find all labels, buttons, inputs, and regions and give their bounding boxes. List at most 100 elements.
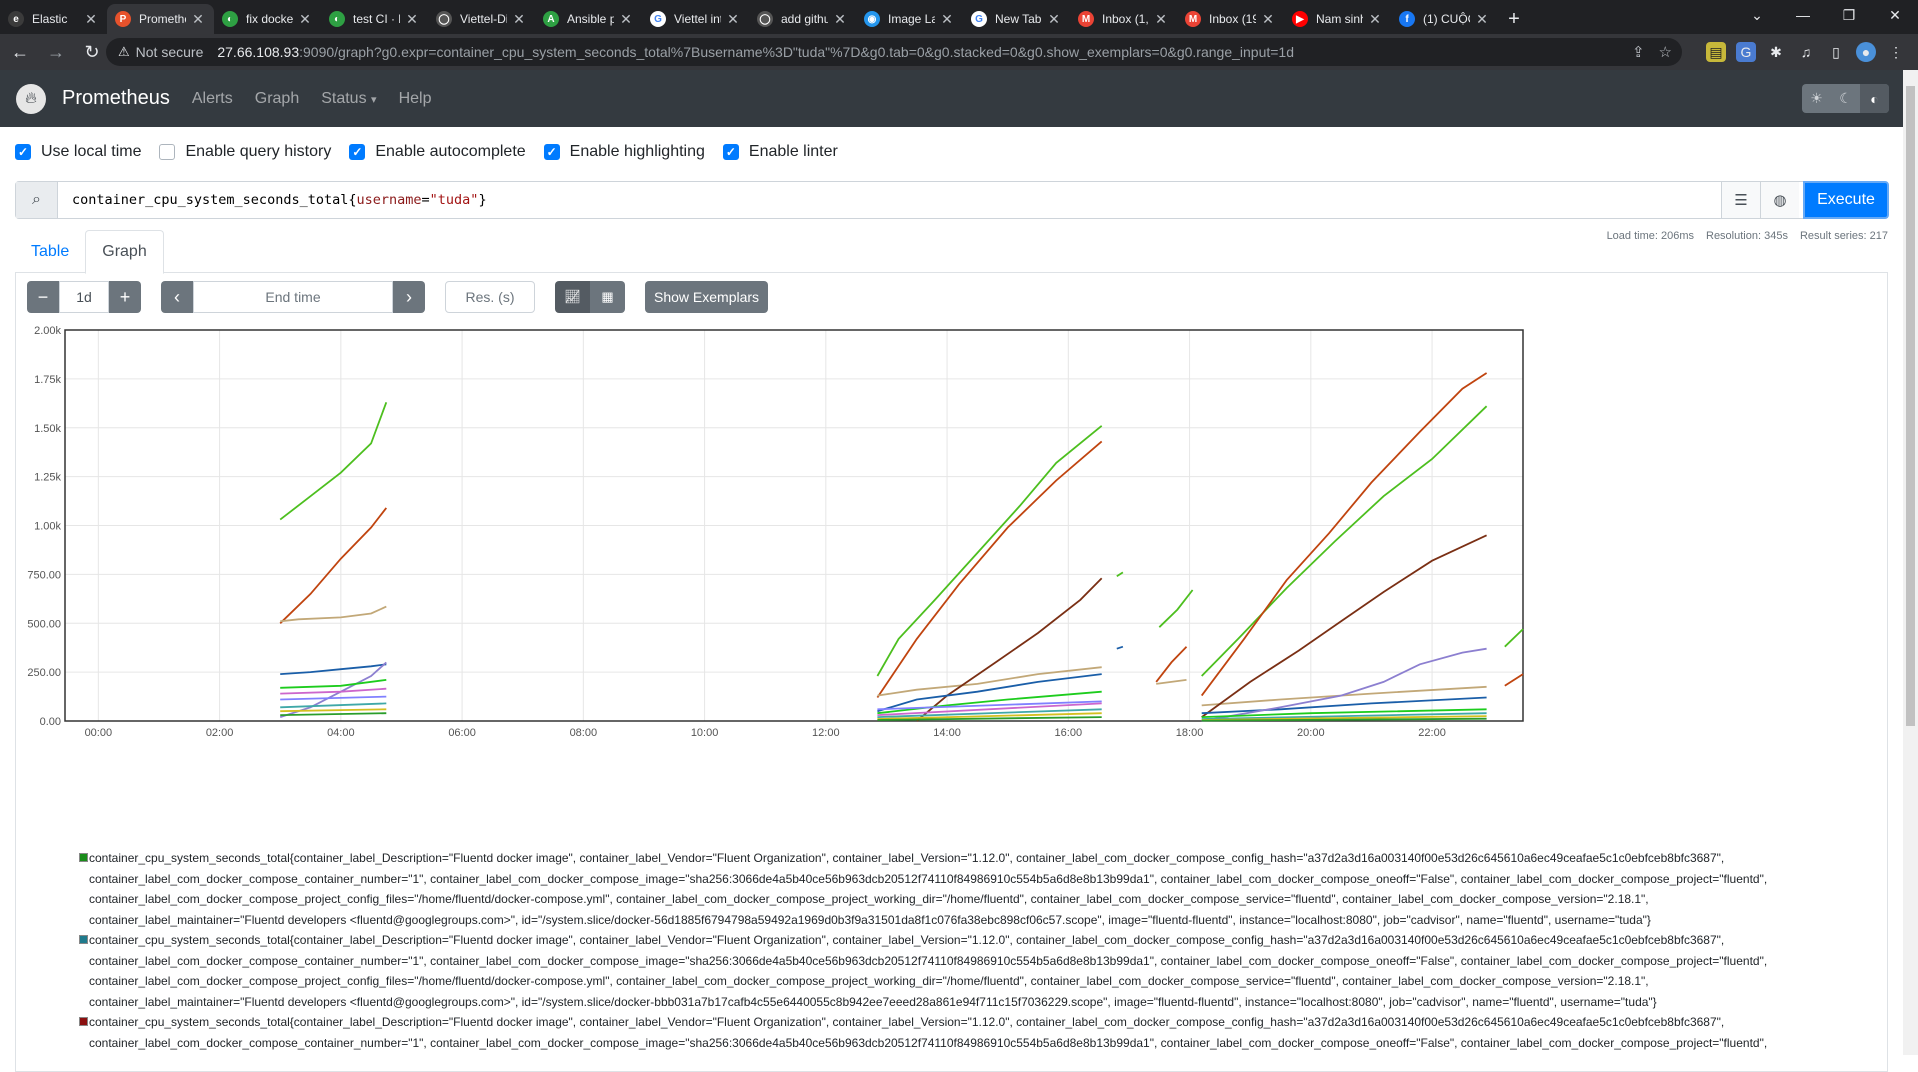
minimize-button[interactable]: — — [1780, 0, 1826, 30]
page-scrollbar[interactable] — [1903, 70, 1918, 1055]
reload-button[interactable]: ↻ — [76, 36, 108, 68]
scrollbar-thumb[interactable] — [1906, 86, 1915, 726]
x-tick-label: 04:00 — [327, 727, 355, 739]
tab-title: (1) CUỘC — [1423, 12, 1470, 26]
new-tab-button[interactable]: + — [1498, 4, 1530, 34]
tab-close-icon[interactable]: ✕ — [1046, 11, 1062, 28]
tab-search-icon[interactable]: ⌄ — [1734, 0, 1780, 30]
prometheus-logo-icon[interactable]: 🔥︎ — [16, 83, 46, 114]
nav-graph[interactable]: Graph — [255, 90, 299, 108]
range-input[interactable]: 1d — [59, 281, 109, 313]
option-enable-highlighting[interactable]: ✓ Enable highlighting — [543, 143, 705, 161]
metrics-explorer-icon[interactable]: ◍ — [1760, 182, 1799, 218]
tab-close-icon[interactable]: ✕ — [404, 11, 420, 28]
tab-close-icon[interactable]: ✕ — [297, 11, 313, 28]
browser-tab[interactable]: ◉ Image Lay ✕ — [856, 4, 963, 34]
side-panel-icon[interactable]: ▯ — [1826, 42, 1846, 62]
browser-tab[interactable]: ▶ Nam sinh ✕ — [1284, 4, 1391, 34]
extensions-area: ▤ G ✱ ♫ ▯ ● ⋮ — [1706, 42, 1906, 62]
extension-icon[interactable]: ▤ — [1706, 42, 1726, 62]
browser-tab[interactable]: M Inbox (19 ✕ — [1177, 4, 1284, 34]
option-enable-linter[interactable]: ✓ Enable linter — [722, 143, 838, 161]
checkbox[interactable] — [159, 144, 176, 160]
expr-label-value: "tuda" — [429, 192, 479, 208]
close-window-button[interactable]: ✕ — [1872, 0, 1918, 30]
profile-avatar[interactable]: ● — [1856, 42, 1876, 62]
legend-line: container_label_maintainer="Fluentd deve… — [89, 994, 1657, 1009]
search-icon: ⌕ — [16, 182, 58, 218]
browser-tab[interactable]: P Prometheus ✕ — [107, 4, 214, 34]
browser-tab[interactable]: M Inbox (1,2 ✕ — [1070, 4, 1177, 34]
tab-close-icon[interactable]: ✕ — [1260, 11, 1276, 28]
expression-input[interactable]: container_cpu_system_seconds_total{usern… — [58, 192, 1721, 208]
increase-range-button[interactable]: + — [109, 281, 141, 313]
nav-help[interactable]: Help — [399, 90, 432, 108]
previous-time-button[interactable]: ‹ — [161, 281, 193, 313]
address-bar[interactable]: ⚠ Not secure 27.66.108.93 :9090/graph?g0… — [106, 38, 1682, 66]
menu-kebab-icon[interactable]: ⋮ — [1886, 42, 1906, 62]
next-time-button[interactable]: › — [393, 281, 425, 313]
nav-alerts[interactable]: Alerts — [192, 90, 233, 108]
graph-legend: container_cpu_system_seconds_total{conta… — [79, 848, 1874, 1053]
nav-status[interactable]: Status ▾ — [321, 90, 376, 108]
checkbox[interactable]: ✓ — [722, 144, 739, 160]
tab-close-icon[interactable]: ✕ — [939, 11, 955, 28]
tab-close-icon[interactable]: ✕ — [511, 11, 527, 28]
bookmark-star-icon[interactable]: ☆ — [1659, 43, 1672, 61]
legend-item[interactable]: container_cpu_system_seconds_total{conta… — [79, 848, 1874, 930]
tab-close-icon[interactable]: ✕ — [1153, 11, 1169, 28]
restore-button[interactable]: ❐ — [1826, 0, 1872, 30]
x-tick-label: 20:00 — [1297, 727, 1325, 739]
show-exemplars-button[interactable]: Show Exemplars — [645, 281, 769, 313]
tab-close-icon[interactable]: ✕ — [83, 11, 99, 28]
media-control-icon[interactable]: ♫ — [1796, 42, 1816, 62]
option-use-local-time[interactable]: ✓ Use local time — [15, 143, 141, 161]
execute-button[interactable]: Execute — [1803, 181, 1889, 219]
legend-item[interactable]: container_cpu_system_seconds_total{conta… — [79, 1012, 1874, 1053]
legend-line: container_label_com_docker_compose_conta… — [89, 953, 1768, 968]
checkbox[interactable]: ✓ — [543, 144, 560, 160]
browser-tab[interactable]: G Viettel int ✕ — [642, 4, 749, 34]
tab-close-icon[interactable]: ✕ — [1474, 11, 1490, 28]
tab-close-icon[interactable]: ✕ — [1367, 11, 1383, 28]
checkbox[interactable]: ✓ — [349, 144, 366, 160]
option-enable-autocomplete[interactable]: ✓ Enable autocomplete — [349, 143, 526, 161]
graph-chart[interactable]: 0.00 250.00 500.00 750.00 1.00k 1.25k 1.50k 1.7… — [15, 322, 1888, 812]
tab-close-icon[interactable]: ✕ — [725, 11, 741, 28]
extensions-puzzle-icon[interactable]: ✱ — [1766, 42, 1786, 62]
browser-tab[interactable]: ◯ Viettel-Dig ✕ — [428, 4, 535, 34]
browser-tab[interactable]: G New Tab ✕ — [963, 4, 1070, 34]
translate-icon[interactable]: G — [1736, 42, 1756, 62]
format-expression-icon[interactable]: ☰ — [1721, 182, 1760, 218]
brand-link[interactable]: Prometheus — [62, 87, 170, 110]
option-enable-query-history[interactable]: Enable query history — [159, 143, 331, 161]
end-time-input[interactable]: End time — [193, 281, 393, 313]
browser-tab[interactable]: ◐ test CI · bad ✕ — [321, 4, 428, 34]
theme-toggle-group: ☀ ☾ ◐ — [1802, 84, 1889, 113]
browser-tab[interactable]: ◐ fix docker ✕ — [214, 4, 321, 34]
light-theme-icon[interactable]: ☀ — [1802, 84, 1831, 113]
tab-close-icon[interactable]: ✕ — [190, 11, 206, 28]
tab-close-icon[interactable]: ✕ — [618, 11, 634, 28]
checkbox[interactable]: ✓ — [15, 144, 31, 160]
chart-svg[interactable]: 0.00 250.00 500.00 750.00 1.00k 1.25k 1.50k 1.7… — [15, 322, 1888, 812]
expr-metric: container_cpu_system_seconds_total — [72, 192, 349, 208]
resolution-input[interactable]: Res. (s) — [445, 281, 535, 313]
stacked-chart-icon[interactable]: ▦ — [590, 281, 625, 313]
dark-theme-icon[interactable]: ☾ — [1831, 84, 1860, 113]
browser-tab[interactable]: f (1) CUỘC ✕ — [1391, 4, 1498, 34]
browser-theme-icon[interactable]: ◐ — [1860, 84, 1889, 113]
back-button[interactable]: ← — [4, 36, 36, 68]
series-line — [280, 687, 387, 695]
tab-table[interactable]: Table — [15, 230, 85, 273]
line-chart-icon[interactable]: 📈︎ — [555, 281, 590, 313]
browser-tab[interactable]: A Ansible pl ✕ — [535, 4, 642, 34]
share-icon[interactable]: ⇪ — [1632, 43, 1645, 61]
forward-button[interactable]: → — [40, 36, 72, 68]
legend-item[interactable]: container_cpu_system_seconds_total{conta… — [79, 930, 1874, 1012]
browser-tab[interactable]: ◯ add githu ✕ — [749, 4, 856, 34]
decrease-range-button[interactable]: − — [27, 281, 59, 313]
browser-tab[interactable]: e Elastic ✕ — [0, 4, 107, 34]
tab-graph[interactable]: Graph — [85, 230, 164, 274]
tab-close-icon[interactable]: ✕ — [832, 11, 848, 28]
